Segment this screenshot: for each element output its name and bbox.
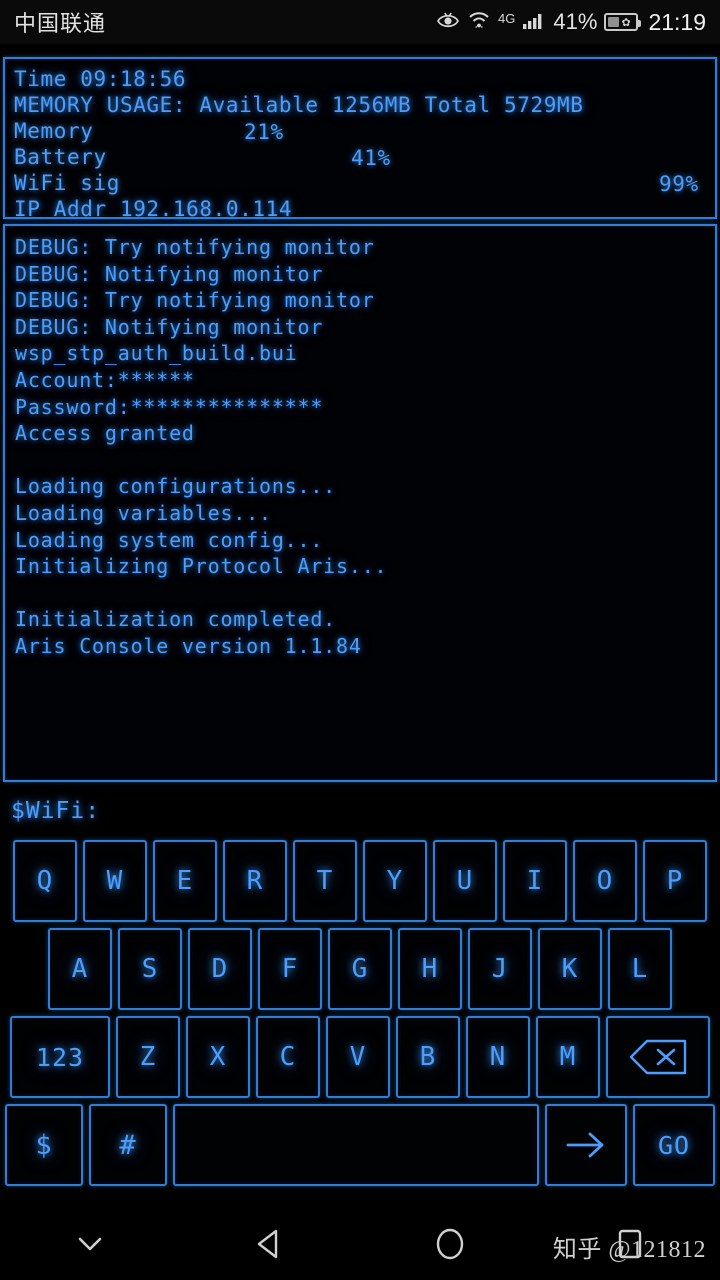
wifi-meter-percent: 99%: [659, 171, 699, 196]
chevron-down-icon[interactable]: [0, 1208, 180, 1280]
memory-meter-track: 21%: [120, 119, 650, 144]
wifi-icon: [467, 10, 491, 35]
key-d[interactable]: D: [188, 928, 252, 1010]
prompt-label: $WiFi:: [11, 798, 101, 824]
backspace-icon[interactable]: [606, 1016, 710, 1098]
console-line: DEBUG: Notifying monitor: [15, 261, 324, 286]
console-line: Loading system config...: [15, 527, 324, 552]
key-numeric-switch[interactable]: 123: [10, 1016, 110, 1098]
power-saving-leaf-icon: ✿: [621, 17, 631, 29]
key-b[interactable]: B: [396, 1016, 460, 1098]
key-f[interactable]: F: [258, 928, 322, 1010]
key-m[interactable]: M: [536, 1016, 600, 1098]
console-line: Initialization completed.: [15, 607, 337, 632]
memory-usage-line: MEMORY USAGE: Available 1256MB Total 572…: [14, 93, 584, 117]
console-line: Account:******: [15, 367, 195, 392]
key-q[interactable]: Q: [13, 840, 77, 922]
command-prompt-row[interactable]: $WiFi:: [0, 782, 720, 840]
key-e[interactable]: E: [153, 840, 217, 922]
key-l[interactable]: L: [608, 928, 672, 1010]
console-line: Aris Console version 1.1.84: [15, 633, 362, 658]
keyboard-row-4: $ # GO: [2, 1104, 718, 1186]
key-v[interactable]: V: [326, 1016, 390, 1098]
back-triangle-icon[interactable]: [180, 1208, 360, 1280]
key-o[interactable]: O: [573, 840, 637, 922]
eye-comfort-icon: [436, 10, 460, 35]
memory-meter-label: Memory: [14, 119, 94, 143]
signal-bars-icon: [522, 10, 546, 35]
console-line: DEBUG: Try notifying monitor: [15, 288, 375, 313]
battery-fill: [608, 17, 620, 27]
clock-label: 21:19: [648, 8, 706, 35]
ip-address-line: IP Addr 192.168.0.114: [14, 197, 293, 221]
wifi-meter-label: WiFi sig: [14, 171, 120, 195]
key-y[interactable]: Y: [363, 840, 427, 922]
battery-percent-label: 41%: [553, 9, 598, 34]
console-output-panel[interactable]: DEBUG: Try notifying monitor DEBUG: Notif…: [3, 224, 717, 782]
console-line: Loading variables...: [15, 500, 272, 525]
carrier-label: 中国联通: [14, 11, 107, 36]
battery-icon: ✿: [604, 13, 642, 31]
key-n[interactable]: N: [466, 1016, 530, 1098]
network-type-text: 4G: [498, 10, 516, 26]
console-line: Access granted: [15, 421, 195, 446]
watermark-label: 知乎 @121812: [552, 1237, 706, 1263]
key-j[interactable]: J: [468, 928, 532, 1010]
console-line: Loading configurations...: [15, 474, 337, 499]
key-hash[interactable]: #: [89, 1104, 167, 1186]
key-dollar[interactable]: $: [5, 1104, 83, 1186]
memory-meter-percent: 21%: [244, 119, 284, 144]
console-line: Password:***************: [15, 394, 324, 419]
key-go[interactable]: GO: [633, 1104, 715, 1186]
keyboard-row-3: 123 ZXCVBNM: [2, 1016, 718, 1098]
memory-meter-row: Memory 21%: [14, 118, 706, 144]
wifi-meter-track: 99%: [120, 172, 698, 196]
key-c[interactable]: C: [256, 1016, 320, 1098]
console-line: Initializing Protocol Aris...: [15, 554, 388, 579]
key-u[interactable]: U: [433, 840, 497, 922]
key-w[interactable]: W: [83, 840, 147, 922]
status-bar: 中国联通 4G 41% ✿ 21:19: [0, 0, 720, 44]
arrow-right-icon[interactable]: [545, 1104, 627, 1186]
battery-meter-percent: 41%: [351, 145, 391, 170]
key-k[interactable]: K: [538, 928, 602, 1010]
key-t[interactable]: T: [293, 840, 357, 922]
key-h[interactable]: H: [398, 928, 462, 1010]
key-i[interactable]: I: [503, 840, 567, 922]
battery-meter-row: Battery 41%: [14, 144, 706, 170]
time-line: Time 09:18:56: [14, 67, 187, 91]
key-space[interactable]: [173, 1104, 539, 1186]
battery-meter-track: 41%: [120, 145, 650, 170]
home-circle-icon[interactable]: [360, 1208, 540, 1280]
key-s[interactable]: S: [118, 928, 182, 1010]
system-stats-panel: Time 09:18:56 MEMORY USAGE: Available 12…: [3, 57, 717, 221]
key-z[interactable]: Z: [116, 1016, 180, 1098]
key-r[interactable]: R: [223, 840, 287, 922]
console-line: DEBUG: Try notifying monitor: [15, 235, 375, 259]
wifi-meter-row: WiFi sig 99%: [14, 170, 706, 196]
key-x[interactable]: X: [186, 1016, 250, 1098]
key-p[interactable]: P: [643, 840, 707, 922]
key-g[interactable]: G: [328, 928, 392, 1010]
keyboard-row-1: QWERTYUIOP: [2, 840, 718, 922]
keyboard-row-2: ASDFGHJKL: [2, 928, 718, 1010]
network-type-label: 4G: [498, 11, 515, 26]
key-a[interactable]: A: [48, 928, 112, 1010]
status-icons-group: 4G 41% ✿ 21:19: [436, 9, 706, 36]
console-line: wsp_stp_auth_build.bui: [15, 341, 298, 366]
on-screen-keyboard[interactable]: QWERTYUIOP ASDFGHJKL 123 ZXCVBNM $ # GO: [0, 840, 720, 1186]
battery-meter-label: Battery: [14, 145, 107, 169]
console-line: DEBUG: Notifying monitor: [15, 314, 324, 339]
